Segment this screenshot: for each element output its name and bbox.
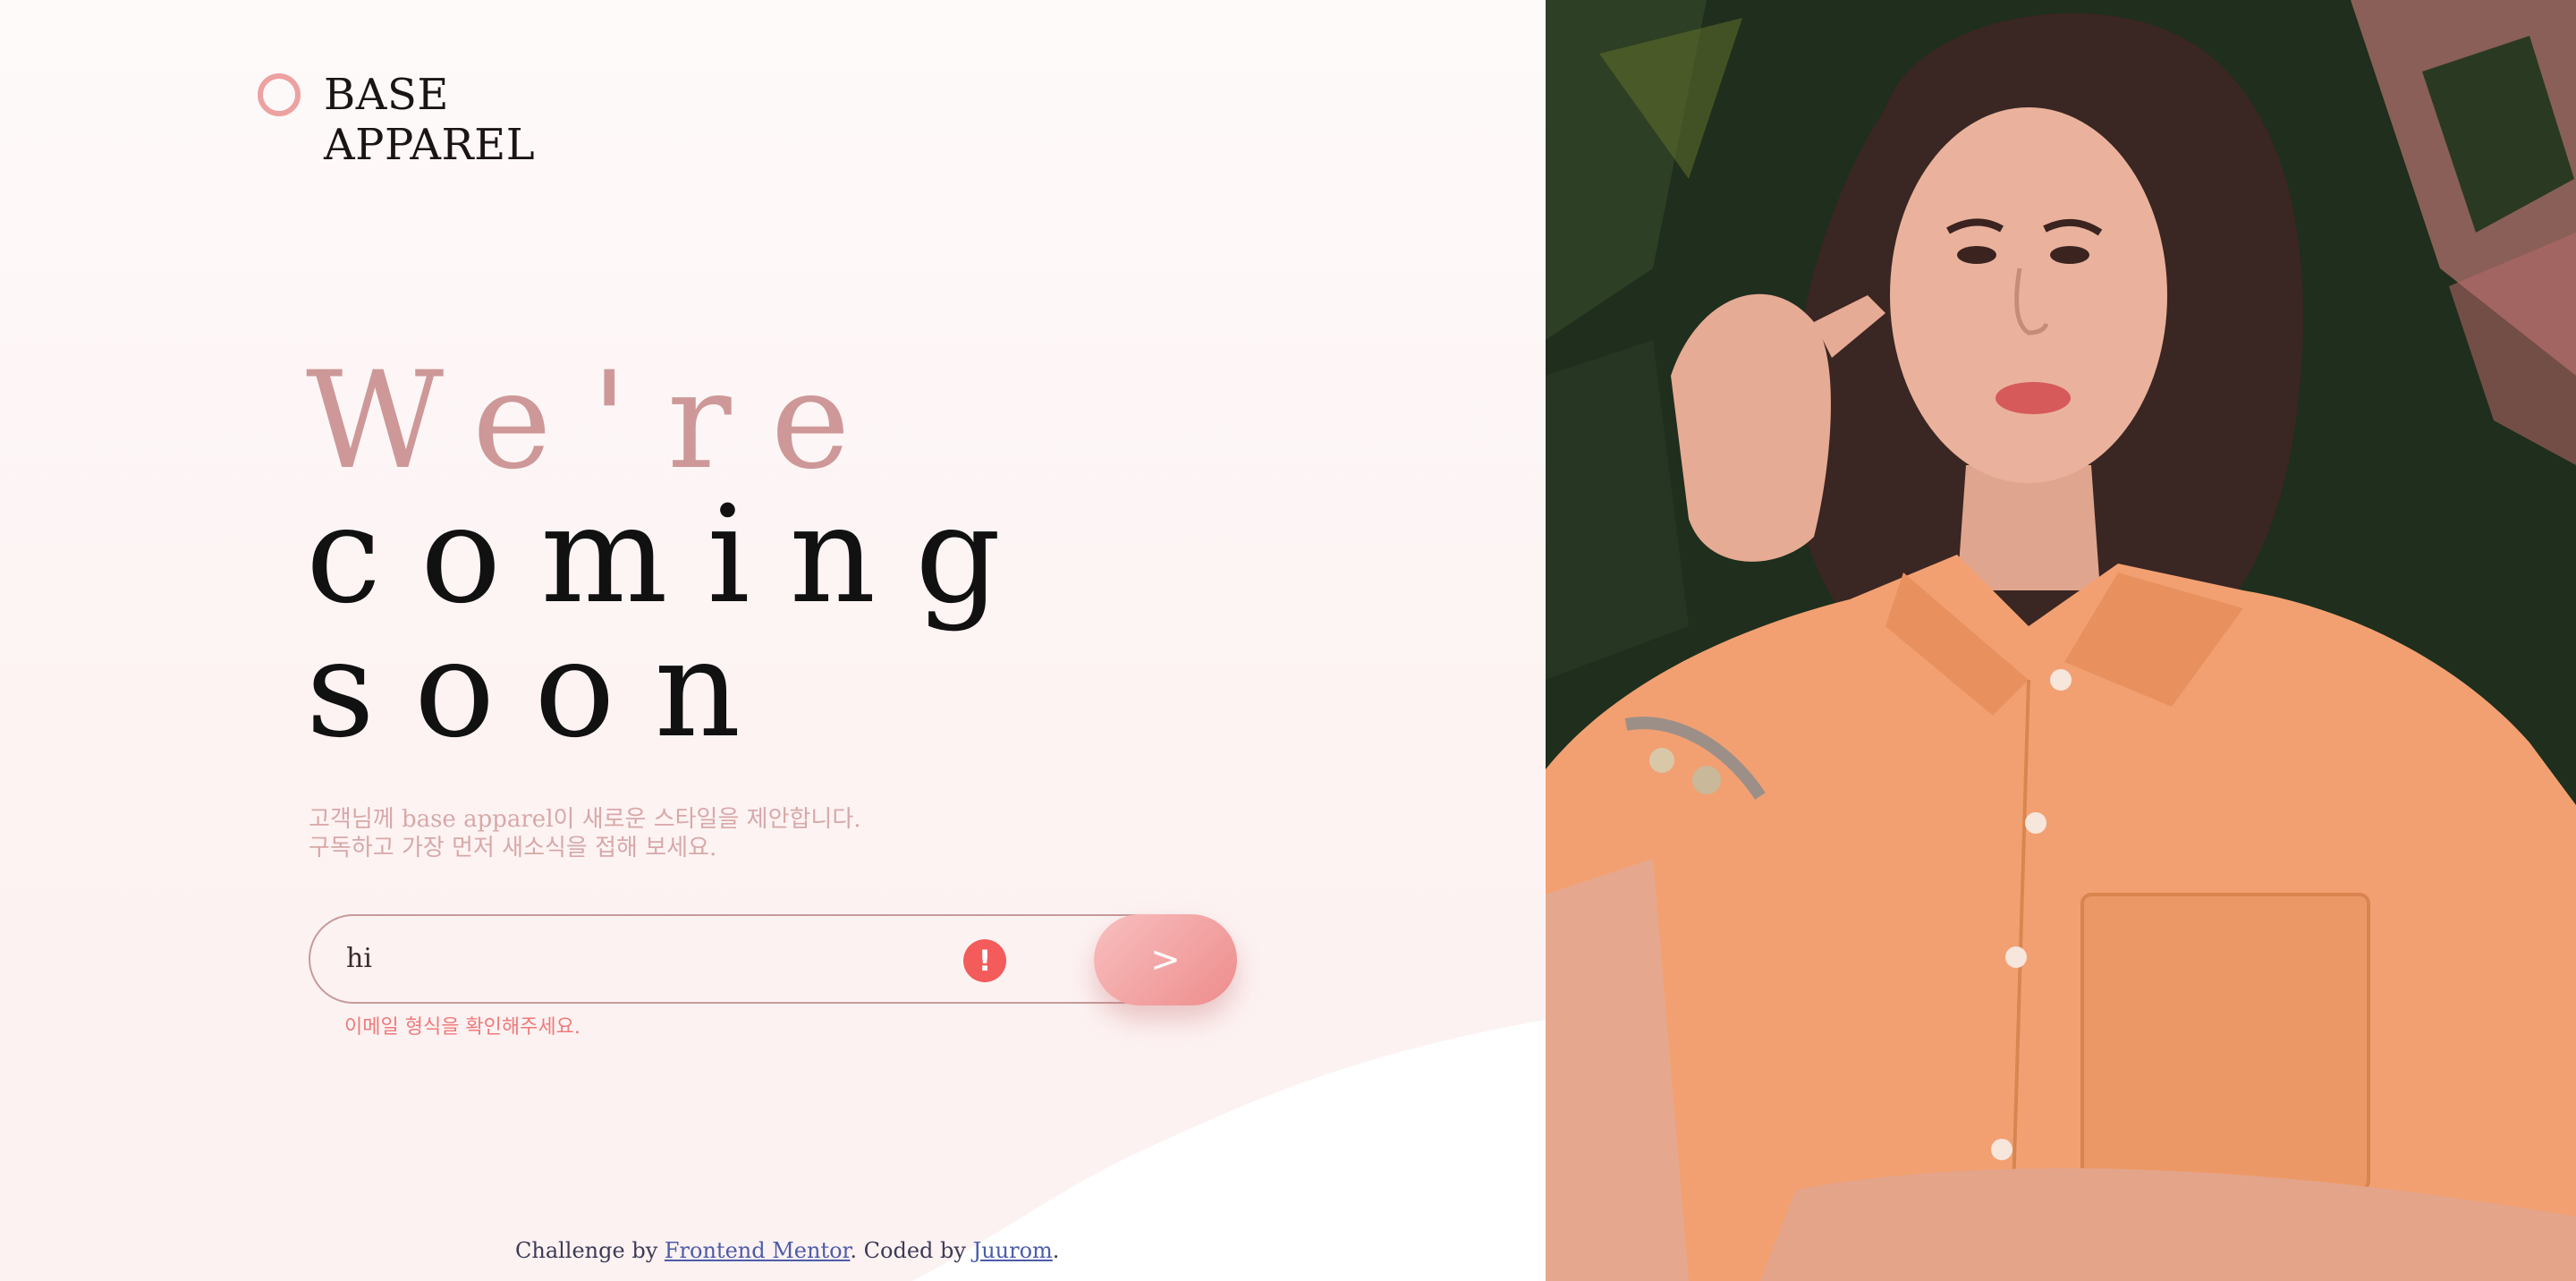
hero-photo-illustration bbox=[1546, 0, 2576, 1281]
submit-button[interactable]: > bbox=[1094, 914, 1237, 1005]
frontend-mentor-link[interactable]: Frontend Mentor bbox=[665, 1238, 851, 1263]
subscribe-form: hi ! > bbox=[309, 914, 1237, 1005]
headline-line-3: soon bbox=[306, 612, 781, 768]
author-link[interactable]: Juurom bbox=[973, 1238, 1053, 1263]
headline-line-1: We're bbox=[306, 344, 890, 499]
exclamation-circle-icon: ! bbox=[963, 939, 1006, 982]
email-field-value: hi bbox=[346, 943, 372, 974]
content-panel: BASE APPAREL We're coming soon 고객님께 base… bbox=[0, 0, 1546, 1281]
intro-text: 고객님께 base apparel이 새로운 스타일을 제안합니다. 구독하고 … bbox=[309, 805, 935, 862]
ring-logo-icon bbox=[258, 73, 301, 116]
intro-line-2: 구독하고 가장 먼저 새소식을 접해 보세요. bbox=[309, 835, 717, 861]
intro-line-1: 고객님께 base apparel이 새로운 스타일을 제안합니다. bbox=[309, 806, 861, 833]
brand-logo[interactable]: BASE APPAREL bbox=[258, 70, 535, 170]
footer-prefix: Challenge by bbox=[515, 1238, 665, 1263]
footer-suffix: . bbox=[1052, 1238, 1060, 1263]
brand-name: BASE APPAREL bbox=[324, 70, 535, 170]
attribution-footer: Challenge by Frontend Mentor. Coded by J… bbox=[515, 1238, 1059, 1263]
page-headline: We're coming soon bbox=[306, 354, 1040, 757]
brand-line-1: BASE bbox=[324, 70, 449, 120]
headline-line-2: coming bbox=[306, 478, 1041, 633]
hero-photo bbox=[1546, 0, 2576, 1281]
footer-middle: . Coded by bbox=[850, 1238, 973, 1263]
email-error-message: 이메일 형식을 확인해주세요. bbox=[344, 1016, 580, 1039]
email-field[interactable]: hi ! bbox=[309, 914, 1203, 1004]
brand-line-2: APPAREL bbox=[324, 120, 536, 170]
